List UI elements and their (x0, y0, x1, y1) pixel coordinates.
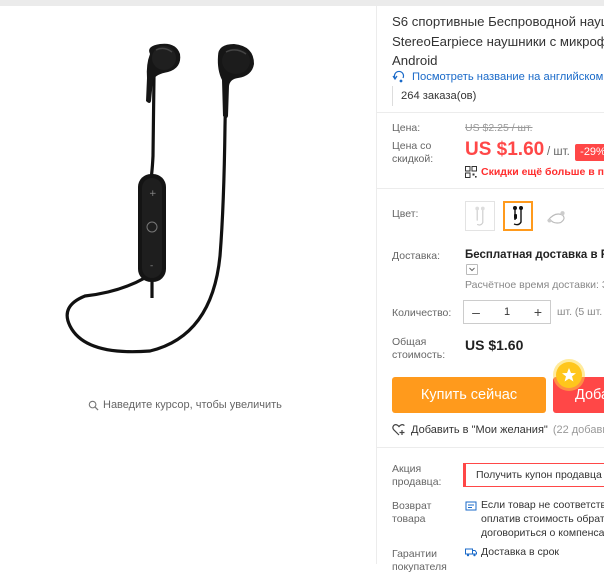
returns-text: Если товар не соответств оплатив стоимос… (481, 498, 604, 540)
divider (377, 188, 604, 189)
qr-code-icon (465, 166, 477, 178)
seller-promo-label-line1: Акция (392, 463, 441, 476)
quantity-label: Количество: (392, 307, 451, 320)
quantity-decrease-button[interactable]: – (464, 301, 488, 323)
seller-promo-label-line2: продавца: (392, 476, 441, 489)
quantity-available: шт. (5 шт. (557, 306, 602, 318)
quantity-increase-button[interactable]: + (526, 301, 550, 323)
returns-text-line2: оплатив стоимость обрат (481, 512, 604, 526)
discount-price-label: Цена со скидкой: (392, 140, 433, 165)
color-option-silver[interactable] (541, 201, 571, 231)
app-promo-text: Скидки ещё больше в прил (481, 166, 604, 178)
translate-link[interactable]: Посмотреть название на английском (392, 70, 603, 84)
color-option-white[interactable] (465, 201, 495, 231)
quantity-stepper: – 1 + (463, 300, 551, 324)
old-price: US $2.25 / шт. (465, 122, 533, 134)
returns-label: Возврат товара (392, 500, 431, 525)
chevron-down-icon (467, 265, 477, 274)
total-label-line1: Общая (392, 336, 445, 349)
discount-price-label-line1: Цена со (392, 140, 433, 153)
white-earphones-thumb (466, 202, 494, 230)
price-unit: / шт. (547, 146, 570, 158)
heart-plus-icon (392, 423, 406, 436)
column-divider (376, 6, 377, 564)
shipping-option: Бесплатная доставка в Rus (465, 249, 604, 261)
discount-badge: -29% (575, 144, 604, 161)
guarantee-label-line2: покупателя (392, 561, 447, 573)
wishlist-text: Добавить в "Мои желания" (411, 424, 548, 436)
delivery-estimate: Расчётное время доставки: 3 (465, 279, 604, 291)
title-line-2: StereoEarpiece наушники с микрофо (392, 32, 604, 52)
wishlist-count: (22 добавили (553, 424, 604, 436)
add-to-wishlist-link[interactable]: Добавить в "Мои желания" (22 добавили (392, 423, 604, 436)
magnifier-icon (88, 400, 99, 411)
orders-count: 264 заказа(ов) (392, 86, 476, 106)
product-title: S6 спортивные Беспроводной науш StereoEa… (392, 12, 604, 71)
returns-text-line3: договориться о компенса (481, 526, 604, 540)
color-label: Цвет: (392, 208, 418, 221)
product-image[interactable]: + - (0, 6, 376, 426)
shipping-label: Доставка: (392, 250, 440, 263)
earphones-image: + - (0, 6, 376, 426)
translate-icon (392, 70, 406, 84)
title-line-3: Android (392, 51, 604, 71)
zoom-hint-text: Наведите курсор, чтобы увеличить (103, 399, 282, 411)
svg-text:-: - (150, 261, 153, 271)
returns-label-line2: товара (392, 513, 431, 526)
guarantee-label-line1: Гарантии (392, 548, 447, 561)
title-line-1: S6 спортивные Беспроводной науш (392, 12, 604, 32)
shipping-dropdown[interactable] (466, 264, 478, 275)
black-earphones-thumb (505, 203, 531, 229)
svg-text:+: + (149, 189, 157, 199)
guarantee-label: Гарантии покупателя (392, 548, 447, 573)
price-label: Цена: (392, 122, 420, 135)
color-option-black[interactable] (503, 201, 533, 231)
returns-label-line1: Возврат (392, 500, 431, 513)
quantity-input[interactable]: 1 (488, 306, 526, 318)
seller-promo-label: Акция продавца: (392, 463, 441, 488)
discount-price-label-line2: скидкой: (392, 153, 433, 166)
total-label: Общая стоимость: (392, 336, 445, 361)
total-price: US $1.60 (465, 337, 523, 353)
guarantee-delivery-text: Доставка в срок (481, 545, 559, 559)
total-label-line2: стоимость: (392, 349, 445, 362)
buy-now-button[interactable]: Купить сейчас (392, 377, 546, 413)
return-icon (465, 500, 477, 512)
coupon-badge (556, 362, 582, 388)
current-price: US $1.60 (465, 139, 544, 161)
app-promo-link[interactable]: Скидки ещё больше в прил (465, 166, 604, 178)
returns-text-line1: Если товар не соответств (481, 498, 604, 512)
silver-earphones-thumb (542, 202, 570, 230)
divider (377, 447, 604, 448)
divider (377, 112, 604, 113)
delivery-truck-icon (465, 546, 477, 558)
get-coupon-button[interactable]: Получить купон продавца (463, 463, 604, 487)
zoom-hint: Наведите курсор, чтобы увеличить (88, 399, 282, 411)
star-icon (561, 367, 577, 383)
translate-link-text: Посмотреть название на английском (412, 71, 603, 83)
